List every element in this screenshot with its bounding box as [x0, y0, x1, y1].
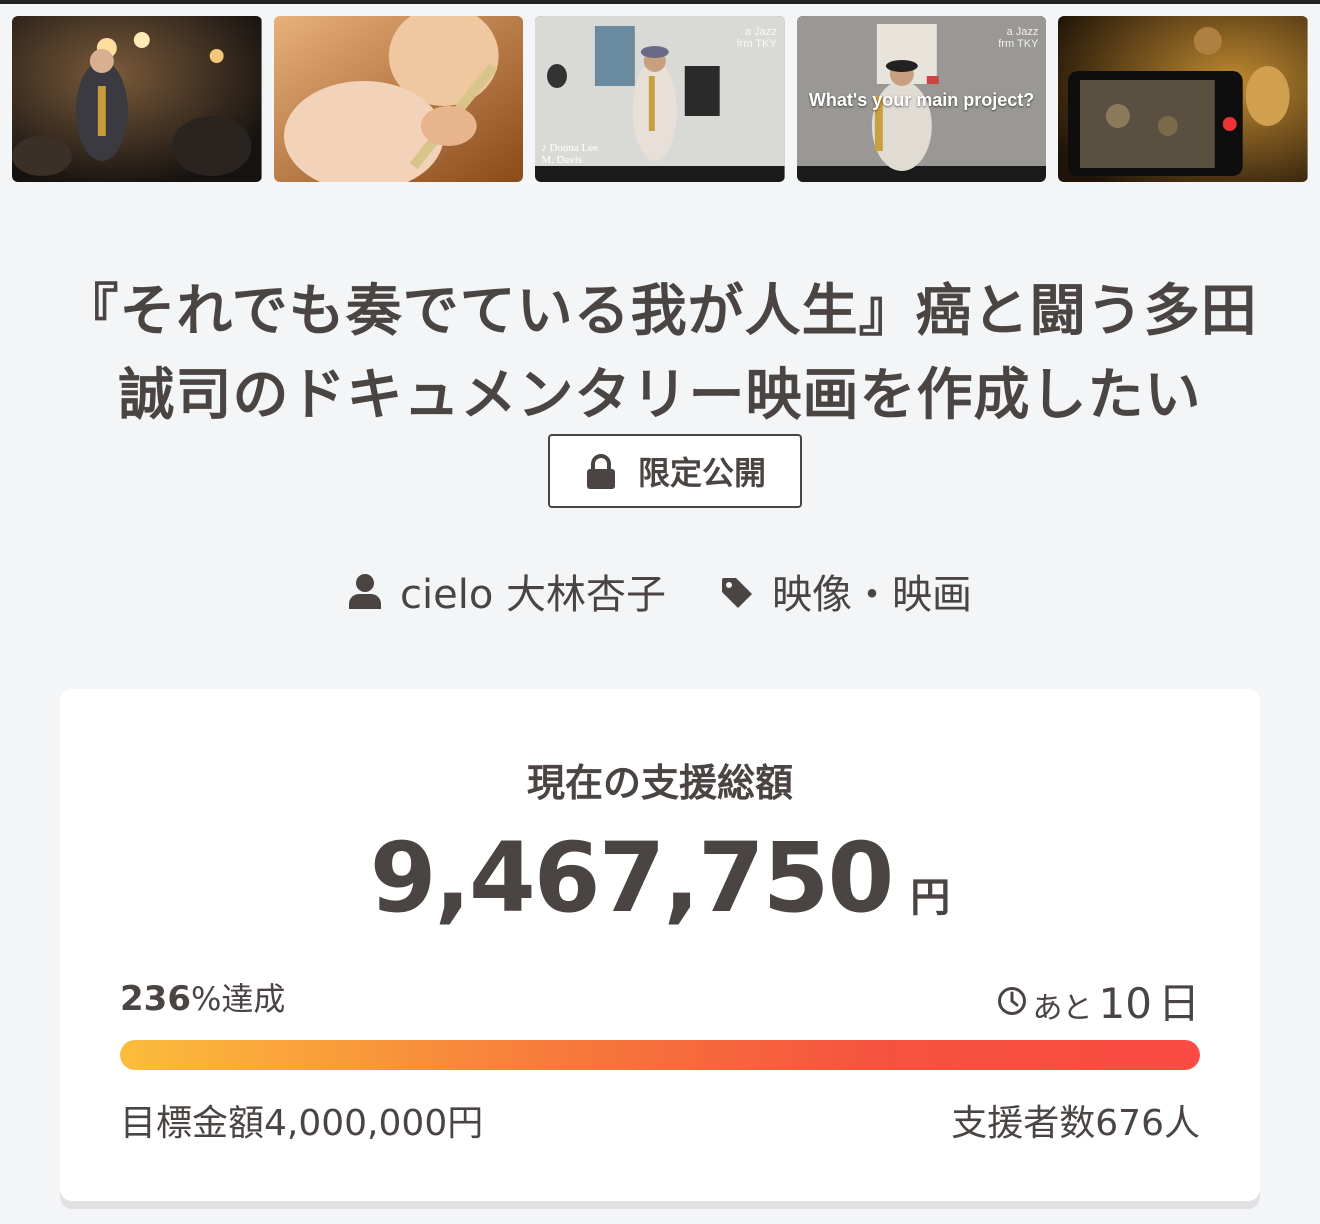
progress-bar-fill	[120, 1040, 1200, 1070]
watermark-label: a Jazz frm TKY	[736, 26, 777, 50]
lock-icon	[584, 453, 618, 489]
remaining-prefix: あと	[1032, 991, 1093, 1026]
top-bar	[0, 0, 1320, 4]
progress-bar	[120, 1040, 1200, 1070]
category-name: 映像・映画	[772, 572, 972, 618]
category-link[interactable]: 映像・映画	[720, 562, 972, 620]
funding-amount-row: 9,467,750 円	[0, 822, 1320, 934]
owner-link[interactable]: cielo 大林杏子	[348, 562, 666, 620]
currency-unit: 円	[910, 875, 951, 921]
gallery-thumbnail[interactable]	[1058, 16, 1308, 182]
thumbnail-image	[273, 16, 524, 182]
video-caption: What's your main project?	[808, 90, 1035, 110]
gallery-thumbnail[interactable]	[12, 16, 262, 182]
funding-label: 現在の支援総額	[526, 761, 793, 805]
goal-amount: 目標金額4,000,000円	[120, 1103, 484, 1144]
owner-name: cielo 大林杏子	[399, 572, 666, 618]
achievement-percent: 236	[120, 979, 191, 1019]
thumbnail-image	[12, 16, 262, 182]
funding-amount: 9,467,750	[369, 822, 895, 934]
remaining-days: 10	[1098, 979, 1152, 1028]
project-meta: cielo 大林杏子 映像・映画	[0, 562, 1320, 620]
user-icon	[348, 573, 382, 609]
visibility-label: 限定公開	[637, 454, 766, 492]
song-credit: ♪ Donna Lee M. Davis	[541, 142, 598, 166]
backer-count: 支援者数676人	[951, 1103, 1200, 1144]
gallery-thumbnail[interactable]: a Jazz frm TKY ♪ Donna Lee M. Davis	[535, 16, 785, 182]
thumbnail-image	[1058, 16, 1308, 182]
achievement-rate: 236%達成	[120, 974, 285, 1020]
remaining-unit: 日	[1157, 979, 1200, 1028]
achievement-suffix: %達成	[190, 980, 286, 1018]
gallery-thumbnail[interactable]	[273, 16, 524, 182]
watermark-label: a Jazz frm TKY	[998, 26, 1039, 50]
project-title: 『それでも奏でている我が人生』癌と闘う多田誠司のドキュメンタリー映画を作成したい	[62, 279, 1258, 428]
tag-icon	[720, 574, 754, 608]
gallery-thumbnail[interactable]: a Jazz frm TKY What's your main project?	[796, 16, 1047, 182]
image-gallery: a Jazz frm TKY ♪ Donna Lee M. Davis a Ja…	[12, 16, 1308, 182]
time-remaining: あと 10 日	[997, 970, 1200, 1031]
clock-icon	[997, 986, 1027, 1016]
visibility-badge: 限定公開	[548, 434, 802, 508]
